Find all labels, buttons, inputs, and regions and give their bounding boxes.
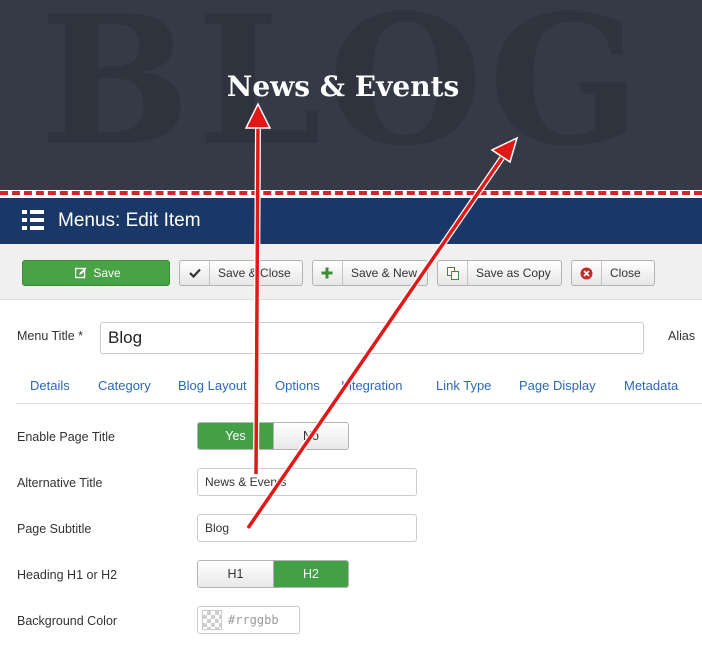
save-copy-label: Save as Copy — [476, 266, 551, 280]
edit-icon — [71, 261, 91, 285]
check-icon — [180, 261, 210, 285]
background-color-input[interactable]: #rrggbb — [197, 606, 300, 634]
menu-list-icon — [22, 210, 44, 230]
close-button[interactable]: Close — [571, 260, 655, 286]
save-label: Save — [93, 266, 121, 280]
toolbar: Save Save & Close Save & New Save as Cop… — [0, 244, 702, 300]
save-close-button[interactable]: Save & Close — [179, 260, 303, 286]
enable-page-title-label: Enable Page Title — [17, 430, 115, 444]
tab-link-type[interactable]: Link Type — [436, 378, 491, 393]
save-close-label: Save & Close — [218, 266, 291, 280]
page-title: Menus: Edit Item — [58, 210, 201, 231]
plus-icon — [313, 261, 343, 285]
background-color-label: Background Color — [17, 614, 118, 628]
alternative-title-input[interactable]: News & Events — [197, 468, 417, 496]
heading-h1[interactable]: H1 — [198, 561, 273, 587]
menu-title-label: Menu Title * — [17, 329, 84, 343]
page-subtitle-label: Page Subtitle — [17, 522, 92, 536]
heading-toggle: H1 H2 — [197, 560, 349, 588]
alternative-title-label: Alternative Title — [17, 476, 103, 490]
save-button[interactable]: Save — [22, 260, 170, 286]
dashed-divider — [0, 191, 702, 195]
tab-details[interactable]: Details — [30, 378, 70, 393]
close-icon — [572, 261, 602, 285]
color-swatch-icon — [202, 610, 222, 630]
tab-options[interactable]: Options — [275, 378, 320, 393]
close-label: Close — [610, 266, 641, 280]
tab-category[interactable]: Category — [98, 378, 151, 393]
background-color-placeholder: #rrggbb — [228, 613, 279, 627]
enable-page-title-yes[interactable]: Yes — [198, 423, 273, 449]
hero-banner: BLOG News & Events — [0, 0, 702, 190]
enable-page-title-toggle: Yes No — [197, 422, 349, 450]
menu-title-input[interactable]: Blog — [100, 322, 644, 354]
page-subtitle-input[interactable]: Blog — [197, 514, 417, 542]
tab-metadata[interactable]: Metadata — [624, 378, 678, 393]
tab-page-display[interactable]: Page Display — [519, 378, 596, 393]
hero-title: News & Events — [226, 70, 460, 103]
enable-page-title-no[interactable]: No — [273, 423, 348, 449]
tab-integration[interactable]: Integration — [341, 378, 402, 393]
save-new-label: Save & New — [350, 266, 417, 280]
copy-icon — [438, 261, 468, 285]
tab-blog-layout[interactable]: Blog Layout — [178, 378, 247, 393]
heading-h2[interactable]: H2 — [273, 561, 348, 587]
tab-bar: Details Category Blog Layout Options Int… — [16, 370, 702, 404]
heading-label: Heading H1 or H2 — [17, 568, 118, 582]
page-header: Menus: Edit Item — [0, 198, 702, 244]
alias-label: Alias — [668, 329, 696, 343]
save-copy-button[interactable]: Save as Copy — [437, 260, 562, 286]
save-new-button[interactable]: Save & New — [312, 260, 428, 286]
